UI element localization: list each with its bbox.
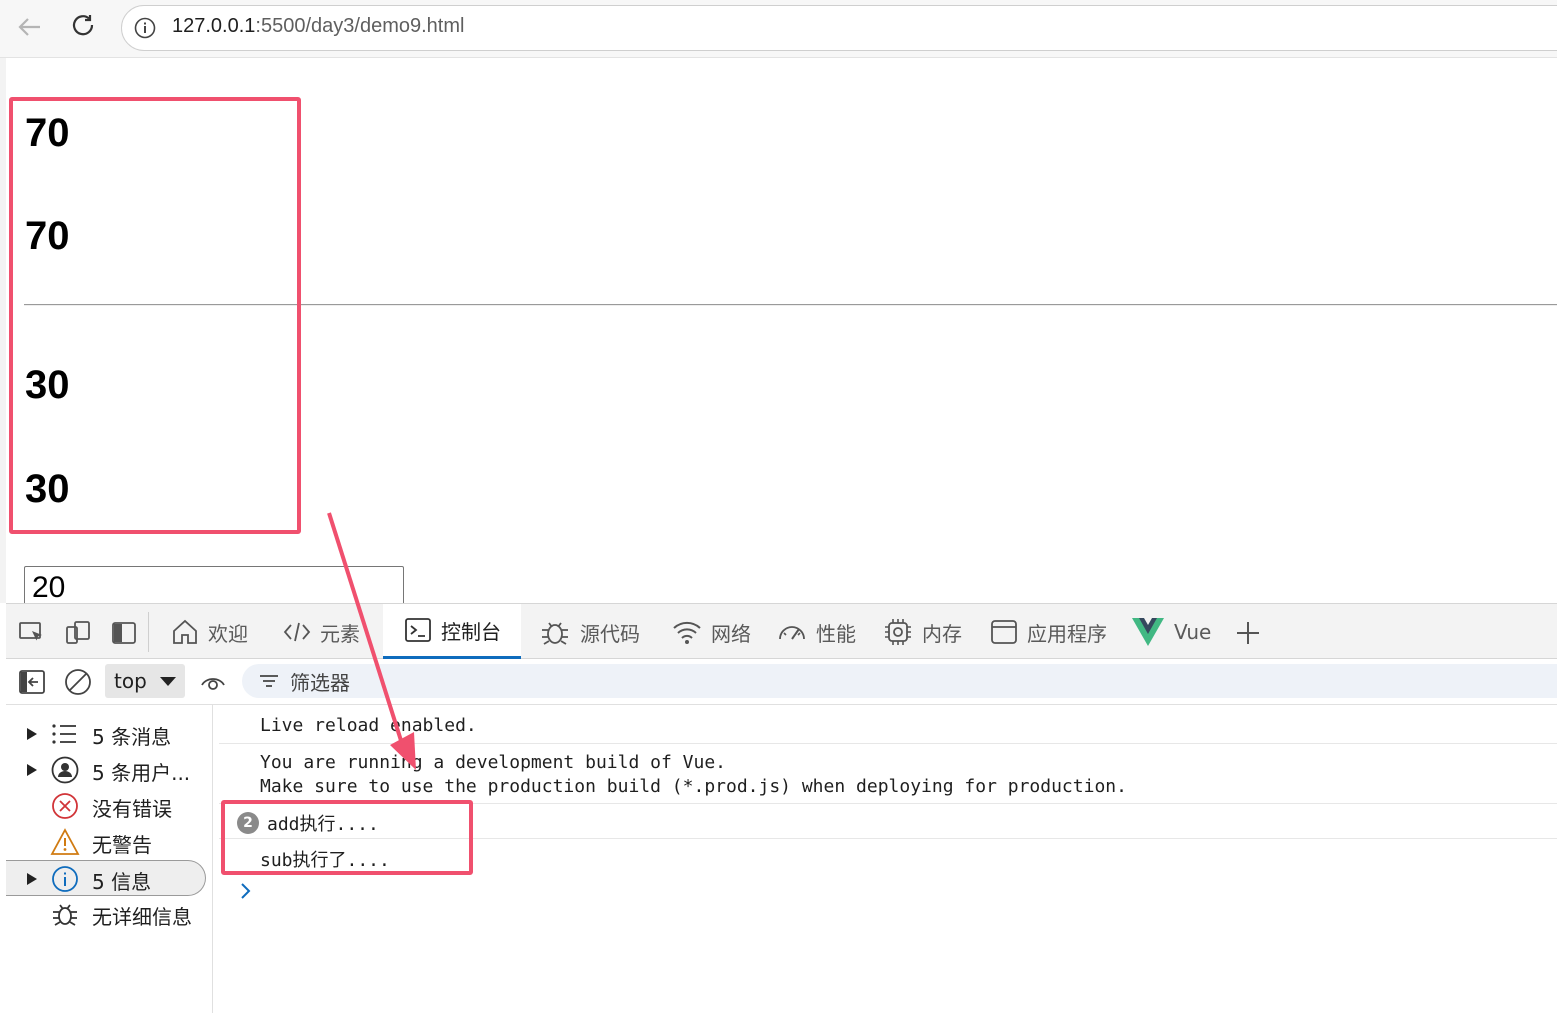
tab-label: 元素 [320, 621, 360, 646]
console-message-text: You are running a development build of V… [260, 752, 726, 773]
list-icon [52, 724, 76, 744]
info-icon [52, 866, 78, 892]
url-host: 127.0.0.1 [172, 15, 256, 37]
sidebar-item-label: 无详细信息 [92, 905, 192, 929]
sidebar-item-warnings[interactable]: 无警告 [6, 824, 206, 860]
bug-icon [542, 622, 568, 645]
tab-application[interactable]: 应用程序 [989, 604, 1119, 660]
add-tab-plus-icon[interactable] [1234, 619, 1262, 647]
warning-icon [50, 828, 80, 855]
sidebar-item-errors[interactable]: 没有错误 [6, 788, 206, 824]
tab-label: 欢迎 [208, 621, 248, 646]
sidebar-item-messages[interactable]: 5 条消息 [6, 716, 206, 752]
tab-memory[interactable]: 内存 [882, 604, 974, 660]
tab-network[interactable]: 网络 [671, 604, 763, 660]
tab-label: Vue [1174, 620, 1212, 644]
console-toolbar: top 筛选器 [6, 659, 1557, 705]
back-arrow-icon[interactable] [15, 12, 45, 42]
code-icon [283, 622, 311, 642]
url-path: :5500/day3/demo9.html [255, 15, 465, 37]
memory-chip-icon [885, 619, 911, 645]
tab-label: 性能 [816, 621, 856, 646]
vue-logo-icon [1132, 618, 1164, 646]
expand-caret-icon[interactable] [26, 763, 38, 777]
clear-console-icon[interactable] [64, 668, 92, 700]
console-message[interactable]: You are running a development build of V… [219, 744, 1557, 804]
console-message[interactable]: Live reload enabled. [219, 705, 1557, 744]
tab-performance[interactable]: 性能 [776, 604, 866, 660]
tab-welcome[interactable]: 欢迎 [170, 604, 268, 660]
application-icon [991, 620, 1017, 644]
sidebar-item-verbose[interactable]: 无详细信息 [6, 896, 206, 932]
toggle-sidebar-icon[interactable] [18, 668, 46, 700]
sidebar-item-user-messages[interactable]: 5 条用户... [6, 752, 206, 788]
sidebar-item-label: 5 条用户... [92, 761, 191, 785]
live-expression-eye-icon[interactable] [199, 669, 227, 699]
expand-caret-icon[interactable] [26, 872, 38, 886]
home-icon [173, 619, 197, 644]
error-icon [52, 793, 78, 819]
console-icon [405, 618, 431, 642]
annotation-highlight-values [9, 97, 301, 534]
console-message-text: Make sure to use the production build (*… [260, 776, 1127, 797]
site-info-icon[interactable] [134, 17, 156, 39]
sidebar-item-label: 5 信息 [92, 870, 152, 894]
tab-console[interactable]: 控制台 [383, 604, 521, 660]
inspect-element-icon[interactable] [18, 619, 46, 647]
device-emulation-icon[interactable] [64, 619, 92, 647]
tab-sources[interactable]: 源代码 [538, 604, 648, 660]
filter-input[interactable]: 筛选器 [242, 664, 1557, 698]
toolbar-separator [148, 612, 149, 652]
sidebar-item-label: 无警告 [92, 833, 152, 857]
tab-label: 应用程序 [1027, 621, 1107, 646]
wifi-icon [673, 621, 701, 644]
browser-toolbar: 127.0.0.1:5500/day3/demo9.html [0, 0, 1557, 58]
dock-side-icon[interactable] [110, 619, 138, 647]
tab-label: 内存 [922, 621, 962, 646]
tab-vue[interactable]: Vue [1130, 604, 1214, 660]
filter-placeholder: 筛选器 [290, 670, 350, 695]
tab-label: 源代码 [580, 621, 640, 646]
expand-caret-icon[interactable] [26, 727, 38, 741]
user-icon [51, 756, 79, 784]
tab-label: 网络 [711, 621, 751, 646]
console-sidebar: 5 条消息 5 条用户... 没有错误 无警告 5 信息 无详细信息 [6, 705, 213, 1013]
console-prompt-chevron-icon[interactable] [239, 881, 253, 901]
devtools-tabbar: 欢迎 元素 控制台 源代码 网络 性能 内存 应用程序 Vue [6, 603, 1557, 660]
reload-icon[interactable] [69, 12, 99, 42]
console-message-text: Live reload enabled. [260, 715, 477, 736]
sidebar-item-info[interactable]: 5 信息 [6, 860, 206, 896]
performance-icon [779, 626, 805, 640]
tab-label: 控制台 [441, 619, 501, 644]
sidebar-item-label: 没有错误 [92, 797, 172, 821]
sidebar-item-label: 5 条消息 [92, 725, 172, 749]
address-bar[interactable]: 127.0.0.1:5500/day3/demo9.html [121, 5, 1557, 51]
verbose-bug-icon [53, 904, 77, 926]
tab-elements[interactable]: 元素 [282, 604, 374, 660]
annotation-highlight-logs [221, 800, 473, 875]
context-selector[interactable]: top [105, 664, 185, 698]
context-label: top [114, 669, 147, 693]
url-text[interactable]: 127.0.0.1:5500/day3/demo9.html [172, 15, 464, 38]
filter-icon [260, 675, 278, 687]
dropdown-arrow-icon [159, 677, 176, 686]
